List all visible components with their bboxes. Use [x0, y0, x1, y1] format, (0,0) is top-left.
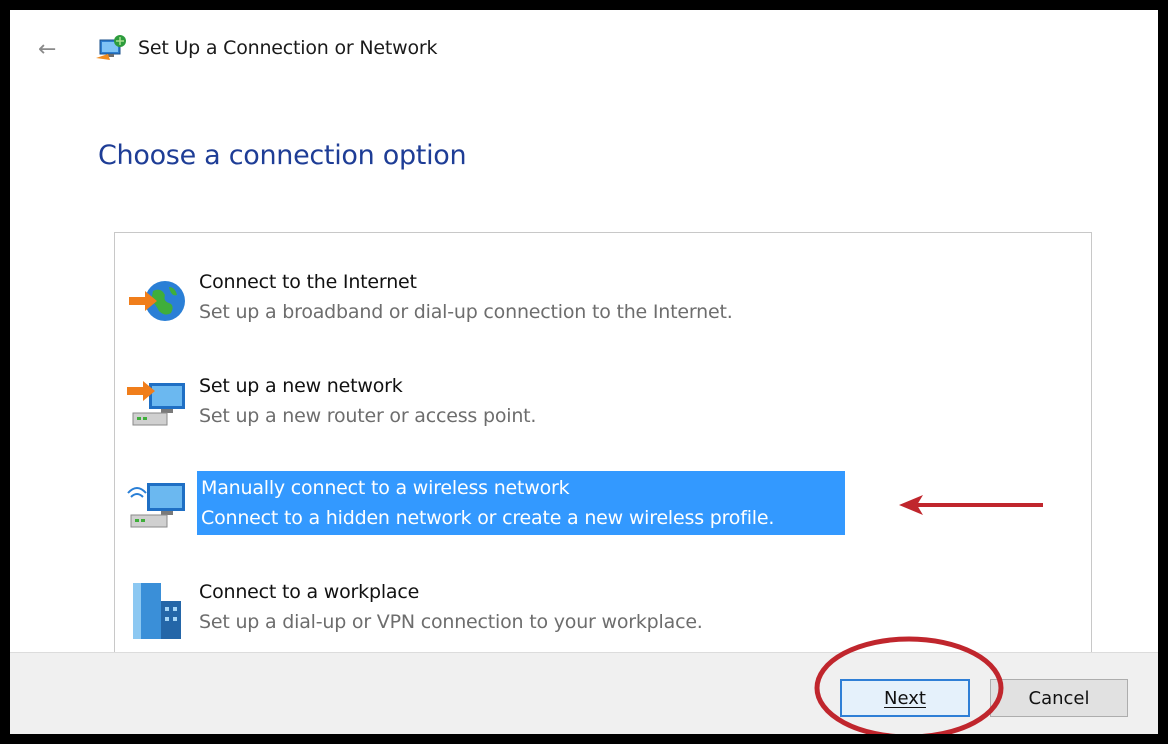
- workplace-building-icon: [133, 583, 181, 639]
- network-setup-icon: [96, 35, 126, 60]
- globe-internet-icon: [129, 281, 185, 321]
- option-title: Set up a new network: [199, 375, 403, 397]
- option-description: Connect to a hidden network or create a …: [201, 507, 775, 529]
- option-connect-workplace[interactable]: Connect to a workplace Set up a dial-up …: [115, 573, 875, 655]
- screenshot-border: ← Set Up a Connection or Network Choose …: [0, 0, 1168, 744]
- annotation-circle-icon: [814, 636, 1004, 734]
- option-connect-internet[interactable]: Connect to the Internet Set up a broadba…: [115, 263, 875, 345]
- option-description: Set up a new router or access point.: [199, 405, 537, 427]
- option-title: Connect to a workplace: [199, 581, 420, 603]
- option-title: Connect to the Internet: [199, 271, 417, 293]
- option-description: Set up a dial-up or VPN connection to yo…: [199, 611, 703, 633]
- option-manual-wireless[interactable]: Manually connect to a wireless network C…: [115, 469, 875, 551]
- option-new-network[interactable]: Set up a new network Set up a new router…: [115, 367, 875, 449]
- option-title: Manually connect to a wireless network: [201, 477, 570, 499]
- connection-options-list: Connect to the Internet Set up a broadba…: [114, 232, 1092, 662]
- annotation-arrow-icon: [899, 495, 1043, 515]
- cancel-button[interactable]: Cancel: [990, 679, 1128, 717]
- window-title: Set Up a Connection or Network: [138, 37, 438, 59]
- back-arrow-icon[interactable]: ←: [38, 38, 68, 62]
- setup-connection-window: ← Set Up a Connection or Network Choose …: [10, 10, 1158, 734]
- option-description: Set up a broadband or dial-up connection…: [199, 301, 733, 323]
- wireless-network-icon: [127, 483, 185, 528]
- page-heading: Choose a connection option: [98, 140, 467, 171]
- new-network-icon: [127, 381, 185, 426]
